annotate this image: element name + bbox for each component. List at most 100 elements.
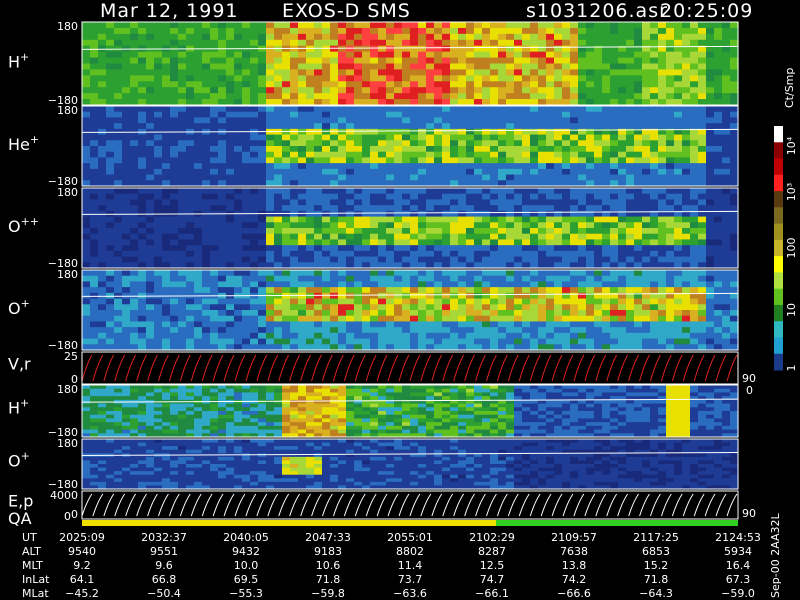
heatmap-cell	[474, 106, 483, 113]
heatmap-cell	[514, 205, 523, 212]
heatmap-cell	[618, 233, 627, 241]
heatmap-cell	[682, 39, 691, 47]
heatmap-cell	[146, 321, 155, 328]
heatmap-cell	[658, 275, 667, 283]
heatmap-cell	[522, 63, 531, 71]
heatmap-cell	[610, 106, 619, 113]
heatmap-cell	[690, 228, 699, 235]
heatmap-cell	[106, 270, 115, 277]
heatmap-cell	[642, 304, 651, 311]
heatmap-cell	[218, 270, 227, 277]
heatmap-cell	[626, 239, 635, 246]
heatmap-cell	[154, 414, 163, 420]
heatmap-cell	[482, 45, 491, 53]
heatmap-cell	[410, 270, 419, 277]
heatmap-cell	[194, 81, 203, 88]
heatmap-cell	[202, 87, 211, 94]
heatmap-cell	[394, 270, 403, 277]
heatmap-cell	[466, 33, 475, 41]
heatmap-cell	[650, 287, 659, 294]
heatmap-cell	[234, 256, 243, 263]
heatmap-cell	[98, 140, 107, 147]
heatmap-cell	[314, 27, 323, 35]
heatmap-cell	[330, 270, 339, 277]
heatmap-cell	[154, 281, 163, 288]
heatmap-cell	[258, 69, 267, 76]
heatmap-cell	[226, 332, 235, 340]
heatmap-cell	[546, 163, 555, 170]
heatmap-cell	[346, 270, 355, 277]
heatmap-cell	[186, 388, 195, 394]
heatmap-cell	[290, 270, 299, 277]
heatmap-cell	[250, 239, 259, 246]
heatmap-cell	[506, 275, 515, 283]
heatmap-cell	[330, 106, 339, 113]
heatmap-cell	[642, 22, 651, 29]
heatmap-cell	[98, 275, 107, 283]
heatmap-cell	[306, 216, 315, 223]
heatmap-cell	[362, 281, 371, 288]
heatmap-cell	[506, 233, 515, 241]
heatmap-cell	[450, 245, 459, 252]
heatmap-cell	[402, 157, 411, 164]
heatmap-cell	[530, 39, 539, 47]
heatmap-cell	[170, 425, 179, 431]
heatmap-cell	[250, 193, 259, 201]
heatmap-cell	[514, 146, 523, 153]
heatmap-cell	[346, 216, 355, 223]
heatmap-cell	[402, 146, 411, 153]
heatmap-cell	[114, 75, 123, 82]
heatmap-cell	[298, 45, 307, 53]
heatmap-cell	[426, 140, 435, 147]
heatmap-cell	[186, 93, 195, 100]
heatmap-cell	[642, 205, 651, 212]
heatmap-cell	[338, 321, 347, 328]
heatmap-cell	[282, 33, 291, 41]
heatmap-cell	[690, 205, 699, 212]
heatmap-cell	[586, 157, 595, 164]
heatmap-cell	[106, 106, 115, 113]
heatmap-cell	[82, 33, 91, 41]
heatmap-cell	[658, 163, 667, 170]
heatmap-cell	[418, 222, 427, 229]
heatmap-cell	[530, 287, 539, 294]
heatmap-cell	[506, 39, 515, 47]
heatmap-cell	[322, 93, 331, 100]
heatmap-cell	[274, 245, 283, 252]
heatmap-cell	[330, 298, 339, 305]
heatmap-cell	[210, 111, 219, 119]
heatmap-cell	[258, 315, 267, 323]
heatmap-cell	[690, 298, 699, 305]
heatmap-cell	[338, 22, 347, 29]
heatmap-cell	[570, 151, 579, 159]
heatmap-cell	[626, 193, 635, 201]
heatmap-cell	[322, 151, 331, 159]
heatmap-cell	[282, 39, 291, 47]
heatmap-cell	[546, 332, 555, 340]
heatmap-cell	[338, 275, 347, 283]
heatmap-cell	[138, 327, 147, 334]
heatmap-cell	[194, 392, 203, 397]
heatmap-cell	[218, 250, 227, 258]
heatmap-cell	[386, 327, 395, 334]
heatmap-cell	[586, 205, 595, 212]
heatmap-cell	[498, 75, 507, 82]
heatmap-cell	[674, 123, 683, 130]
heatmap-cell	[474, 210, 483, 218]
heatmap-cell	[314, 188, 323, 195]
heatmap-cell	[402, 39, 411, 47]
heatmap-cell	[194, 174, 203, 181]
heatmap-cell	[146, 310, 155, 317]
heatmap-cell	[546, 69, 555, 76]
heatmap-cell	[298, 87, 307, 94]
heatmap-cell	[170, 69, 179, 76]
heatmap-cell	[138, 57, 147, 65]
heatmap-cell	[242, 87, 251, 94]
heatmap-cell	[418, 193, 427, 201]
heatmap-cell	[114, 250, 123, 258]
heatmap-cell	[290, 168, 299, 176]
heatmap-cell	[522, 123, 531, 130]
heatmap-cell	[234, 327, 243, 334]
heatmap-cell	[90, 407, 99, 412]
heatmap-cell	[226, 411, 235, 416]
